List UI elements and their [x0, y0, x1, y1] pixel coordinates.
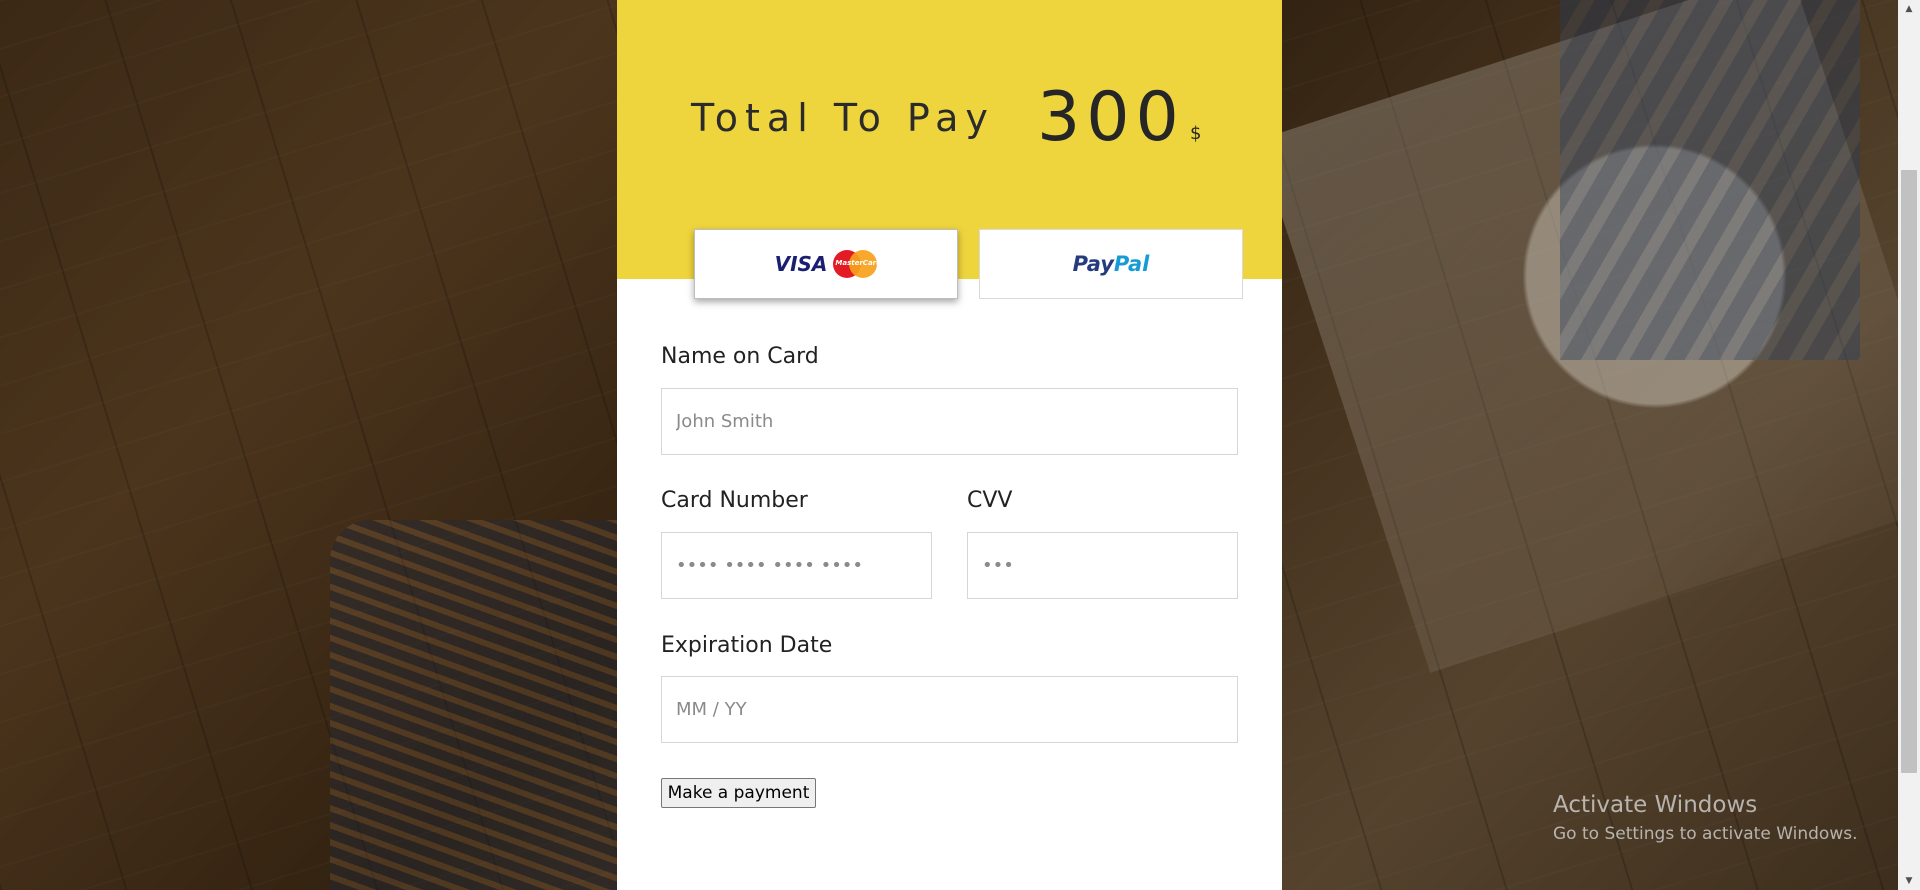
background-folded-jeans	[1560, 0, 1860, 360]
page-scrollbar[interactable]: ▲ ▼	[1898, 0, 1920, 890]
name-on-card-label: Name on Card	[661, 344, 819, 369]
mastercard-label: MasterCard	[835, 259, 882, 267]
total-amount: 300	[1037, 78, 1185, 157]
activate-windows-watermark: Activate Windows Go to Settings to activ…	[1553, 792, 1858, 844]
background-clothes-rack	[330, 520, 630, 890]
name-on-card-input[interactable]	[661, 388, 1238, 455]
visa-logo: VISA	[774, 252, 828, 276]
expiration-date-label: Expiration Date	[661, 633, 833, 658]
cvv-label: CVV	[967, 488, 1013, 513]
mastercard-icon: MasterCard	[833, 250, 882, 278]
card-number-label: Card Number	[661, 488, 808, 513]
checkout-panel: Total To Pay 300 $ VISA MasterCard PayPa…	[617, 0, 1282, 890]
paypal-logo-part2: Pal	[1113, 252, 1150, 276]
activate-windows-subtitle: Go to Settings to activate Windows.	[1553, 824, 1858, 844]
paypal-logo-part1: Pay	[1072, 252, 1114, 276]
card-number-input[interactable]	[661, 532, 932, 599]
expiration-date-input[interactable]	[661, 676, 1238, 743]
card-payment-option[interactable]: VISA MasterCard	[694, 229, 958, 299]
scroll-thumb[interactable]	[1901, 170, 1917, 773]
paypal-logo: PayPal	[1073, 252, 1150, 276]
cvv-input[interactable]	[967, 532, 1238, 599]
currency-symbol: $	[1190, 123, 1202, 144]
activate-windows-title: Activate Windows	[1553, 792, 1758, 818]
scroll-down-arrow-icon[interactable]: ▼	[1898, 872, 1920, 890]
make-payment-button[interactable]: Make a payment	[661, 778, 816, 808]
paypal-payment-option[interactable]: PayPal	[979, 229, 1243, 299]
scroll-up-arrow-icon[interactable]: ▲	[1898, 0, 1920, 18]
total-label: Total To Pay	[691, 96, 995, 140]
